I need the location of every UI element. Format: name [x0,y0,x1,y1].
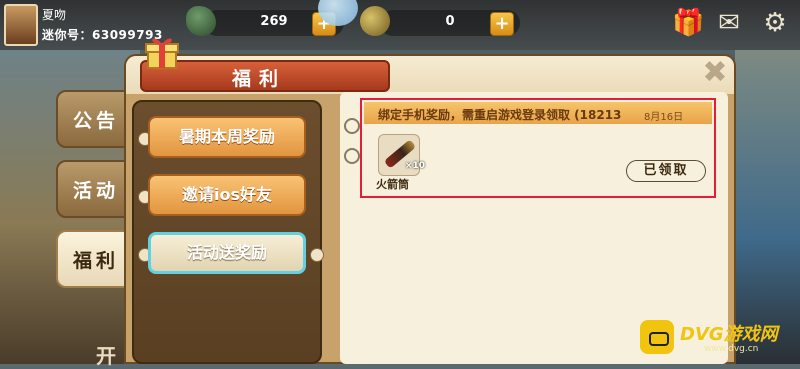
watermark-brand: DVG游戏网 [680,324,778,345]
watermark: DVG游戏网 www.dvg.cn [640,318,794,358]
gear-icon[interactable]: ⚙ [760,8,790,38]
claimed-button[interactable]: 已领取 [626,160,706,182]
reward-item-slot[interactable]: ×10 [378,134,425,176]
binder-ring [344,148,360,164]
submenu-invite-ios-friend[interactable]: 邀请ios好友 [148,174,306,216]
top-bar: 夏吻 迷你号：63099793 269 + 0 + 🎁 ✉ ⚙ [0,0,800,50]
watermark-url: www.dvg.cn [704,344,759,354]
gamepad-logo-icon [640,320,674,354]
submenu-activity-reward[interactable]: 活动送奖励 [148,232,306,274]
player-avatar[interactable] [4,4,38,46]
reward-date: 8月16日 [644,112,684,123]
background-scene-right [735,50,800,364]
player-name: 夏吻 [42,8,67,22]
reward-item-count: ×10 [405,161,426,171]
submenu-rivet [310,248,324,262]
mail-icon[interactable]: ✉ [714,8,744,38]
reward-title: 绑定手机奖励，需重启游戏登录领取 (18213 [378,108,622,122]
reward-card-banner: 绑定手机奖励，需重启游戏登录领取 (18213 8月16日 [364,102,712,124]
gift-icon[interactable]: 🎁 [672,8,704,38]
add-coins-button[interactable]: + [490,12,514,36]
gem-icon [186,6,216,36]
bottom-partial-text: 开 [96,344,116,368]
close-icon[interactable]: ✖ [700,58,730,88]
reward-card: 绑定手机奖励，需重启游戏登录领取 (18213 8月16日 ×10 火箭筒 已领… [360,98,716,198]
reward-item-name: 火箭筒 [376,178,409,191]
gift-box-icon [145,38,179,69]
submenu-summer-weekly-reward[interactable]: 暑期本周奖励 [148,116,306,158]
panel-title: 福利 [232,68,287,90]
binder-ring [344,118,360,134]
